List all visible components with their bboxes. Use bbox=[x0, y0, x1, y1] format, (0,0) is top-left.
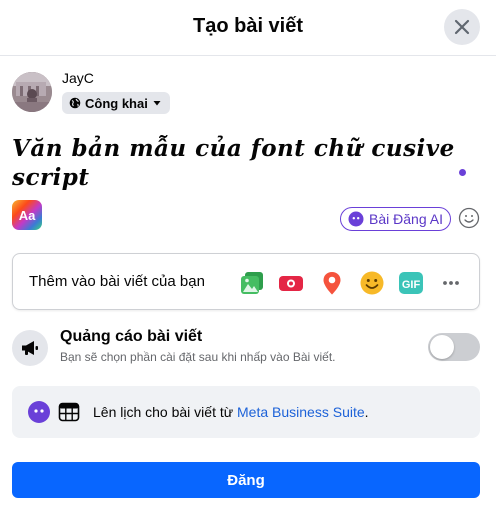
photo-video-icon bbox=[241, 272, 263, 294]
ai-post-button[interactable]: Bài Đăng AI bbox=[340, 207, 451, 231]
privacy-label: Công khai bbox=[85, 95, 148, 111]
feeling-button[interactable] bbox=[359, 270, 385, 296]
add-to-post-label: Thêm vào bài viết của bạn bbox=[29, 273, 205, 290]
boost-post-subtitle: Bạn sẽ chọn phần cài đặt sau khi nhấp và… bbox=[60, 350, 336, 364]
avatar bbox=[12, 72, 52, 112]
meta-business-suite-link[interactable]: Meta Business Suite bbox=[237, 404, 365, 420]
close-button[interactable] bbox=[444, 9, 480, 45]
boost-post-title: Quảng cáo bài viết bbox=[60, 328, 203, 345]
smiley-icon bbox=[458, 207, 480, 229]
username: JayC bbox=[62, 70, 94, 86]
caret-down-icon bbox=[153, 101, 161, 106]
schedule-banner: Lên lịch cho bài viết từ Meta Business S… bbox=[12, 386, 480, 438]
ai-button-label: Bài Đăng AI bbox=[369, 211, 443, 227]
toggle-knob bbox=[430, 335, 454, 359]
close-icon bbox=[454, 19, 470, 35]
calendar-grid-icon bbox=[58, 401, 80, 423]
cursor-dot bbox=[459, 169, 466, 176]
meta-ai-icon bbox=[28, 401, 50, 423]
boost-post-toggle[interactable] bbox=[428, 333, 480, 361]
boost-post-row: Quảng cáo bài viết Bạn sẽ chọn phần cài … bbox=[12, 326, 480, 374]
meta-ai-icon bbox=[348, 211, 364, 227]
location-pin-icon bbox=[323, 272, 341, 295]
megaphone-icon-wrap bbox=[12, 330, 48, 366]
post-button[interactable]: Đăng bbox=[12, 462, 480, 498]
schedule-prefix: Lên lịch cho bài viết từ bbox=[93, 404, 238, 420]
post-text-input[interactable]: Văn bản mẫu của font chữ cusive script bbox=[12, 134, 462, 192]
post-button-label: Đăng bbox=[227, 471, 265, 489]
dialog-header: Tạo bài viết bbox=[0, 0, 496, 56]
location-button[interactable] bbox=[319, 270, 345, 296]
feeling-icon bbox=[360, 271, 384, 295]
aa-label: Aa bbox=[18, 207, 36, 223]
live-video-button[interactable] bbox=[278, 270, 304, 296]
gif-label: GIF bbox=[402, 279, 421, 291]
text-background-button[interactable]: Aa bbox=[12, 200, 42, 230]
schedule-text: Lên lịch cho bài viết từ Meta Business S… bbox=[93, 404, 369, 420]
dialog-title: Tạo bài viết bbox=[192, 15, 304, 37]
globe-icon bbox=[69, 97, 81, 109]
schedule-suffix: . bbox=[364, 404, 369, 420]
add-to-post-bar: Thêm vào bài viết của bạn GIF bbox=[12, 253, 480, 310]
emoji-button[interactable] bbox=[458, 207, 480, 229]
more-icon bbox=[443, 281, 459, 285]
photo-video-button[interactable] bbox=[239, 270, 265, 296]
more-options-button[interactable] bbox=[438, 270, 464, 296]
gif-button[interactable]: GIF bbox=[398, 270, 424, 296]
gif-icon: GIF bbox=[399, 272, 423, 294]
megaphone-icon bbox=[22, 341, 38, 355]
privacy-selector[interactable]: Công khai bbox=[62, 92, 170, 114]
live-video-icon bbox=[279, 276, 303, 291]
